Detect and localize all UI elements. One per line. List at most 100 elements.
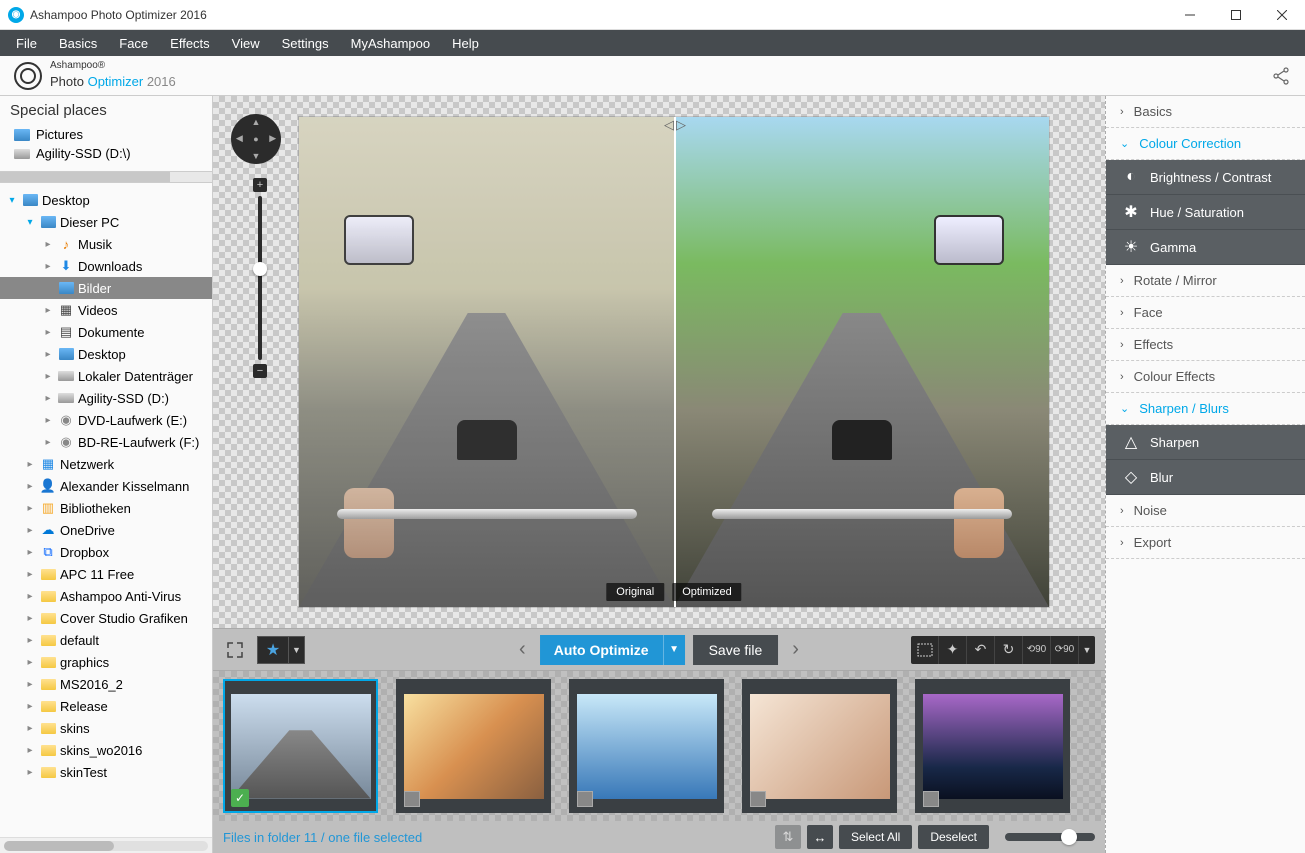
menu-face[interactable]: Face — [109, 32, 158, 55]
expand-arrow-icon[interactable]: ▸ — [24, 635, 36, 646]
undo-icon[interactable]: ↶ — [967, 636, 995, 664]
magic-tool-icon[interactable]: ✦ — [939, 636, 967, 664]
fullscreen-button[interactable] — [223, 638, 247, 662]
deselect-button[interactable]: Deselect — [918, 825, 989, 849]
compare-view[interactable]: ◁▷ Original Optimized — [299, 117, 1049, 607]
expand-arrow-icon[interactable]: ▸ — [24, 767, 36, 778]
expand-arrow-icon[interactable]: ▸ — [42, 239, 54, 250]
tree-row[interactable]: ▸skins — [0, 717, 212, 739]
special-place-item[interactable]: Agility-SSD (D:\) — [8, 144, 204, 163]
tree-row[interactable]: ▸Cover Studio Grafiken — [0, 607, 212, 629]
expand-arrow-icon[interactable]: ▸ — [24, 679, 36, 690]
tree-row[interactable]: ▸Desktop — [0, 343, 212, 365]
fit-button[interactable]: ↔ — [807, 825, 833, 849]
expand-arrow-icon[interactable]: ▸ — [42, 305, 54, 316]
select-tool-icon[interactable] — [911, 636, 939, 664]
tree-row[interactable]: ▸♪Musik — [0, 233, 212, 255]
auto-optimize-button[interactable]: Auto Optimize ▼ — [540, 635, 685, 665]
accordion-header-sharpen-blurs[interactable]: ⌄Sharpen / Blurs — [1106, 393, 1305, 425]
tree-row[interactable]: ▸skins_wo2016 — [0, 739, 212, 761]
minimize-button[interactable] — [1167, 0, 1213, 30]
close-button[interactable] — [1259, 0, 1305, 30]
expand-arrow-icon[interactable]: ▸ — [42, 415, 54, 426]
menu-basics[interactable]: Basics — [49, 32, 107, 55]
expand-arrow-icon[interactable]: ▸ — [24, 459, 36, 470]
menu-view[interactable]: View — [222, 32, 270, 55]
menu-myashampoo[interactable]: MyAshampoo — [341, 32, 440, 55]
tree-row[interactable]: ▸default — [0, 629, 212, 651]
next-image-button[interactable]: › — [786, 638, 805, 661]
zoom-handle[interactable] — [253, 262, 267, 276]
folder-tree[interactable]: ▾Desktop▾Dieser PC▸♪Musik▸⬇Downloads▸Bil… — [0, 183, 212, 837]
redo-icon[interactable]: ↻ — [995, 636, 1023, 664]
special-place-item[interactable]: Pictures — [8, 125, 204, 144]
tree-row[interactable]: ▸⬇Downloads — [0, 255, 212, 277]
accordion-item-brightness-contrast[interactable]: ◐Brightness / Contrast — [1106, 160, 1305, 195]
zoom-out-button[interactable]: − — [253, 364, 267, 378]
accordion-item-hue-saturation[interactable]: ✱Hue / Saturation — [1106, 195, 1305, 230]
tree-row[interactable]: ▸APC 11 Free — [0, 563, 212, 585]
thumbnail[interactable]: ✓ — [223, 679, 378, 813]
tree-row[interactable]: ▸Bilder — [0, 277, 212, 299]
expand-arrow-icon[interactable]: ▸ — [42, 371, 54, 382]
menu-help[interactable]: Help — [442, 32, 489, 55]
tree-row[interactable]: ▸👤Alexander Kisselmann — [0, 475, 212, 497]
tree-row[interactable]: ▸⧉Dropbox — [0, 541, 212, 563]
accordion-header-effects[interactable]: ›Effects — [1106, 329, 1305, 361]
star-icon[interactable]: ★ — [257, 636, 289, 664]
rating-dropdown-icon[interactable]: ▼ — [289, 636, 305, 664]
maximize-button[interactable] — [1213, 0, 1259, 30]
tree-row[interactable]: ▸▤Dokumente — [0, 321, 212, 343]
tree-row[interactable]: ▸Lokaler Datenträger — [0, 365, 212, 387]
rating-button[interactable]: ★ ▼ — [257, 636, 305, 664]
expand-arrow-icon[interactable]: ▸ — [24, 701, 36, 712]
expand-arrow-icon[interactable]: ▾ — [24, 217, 36, 228]
accordion-header-export[interactable]: ›Export — [1106, 527, 1305, 559]
expand-arrow-icon[interactable]: ▸ — [24, 657, 36, 668]
thumbnail[interactable] — [742, 679, 897, 813]
thumbnail-size-slider[interactable] — [1005, 833, 1095, 841]
expand-arrow-icon[interactable]: ▸ — [24, 569, 36, 580]
tree-row[interactable]: ▸▦Netzwerk — [0, 453, 212, 475]
tree-row[interactable]: ▸skinTest — [0, 761, 212, 783]
expand-arrow-icon[interactable]: ▸ — [24, 745, 36, 756]
compare-divider[interactable]: ◁▷ — [674, 117, 676, 607]
expand-arrow-icon[interactable]: ▸ — [42, 283, 54, 294]
tree-row[interactable]: ▸Ashampoo Anti-Virus — [0, 585, 212, 607]
tree-row[interactable]: ▸▦Videos — [0, 299, 212, 321]
thumbnail[interactable] — [915, 679, 1070, 813]
expand-arrow-icon[interactable]: ▸ — [24, 503, 36, 514]
tools-dropdown-icon[interactable]: ▼ — [1079, 636, 1095, 664]
share-icon[interactable] — [1271, 66, 1291, 86]
tree-row[interactable]: ▸Agility-SSD (D:) — [0, 387, 212, 409]
tree-row[interactable]: ▸▥Bibliotheken — [0, 497, 212, 519]
accordion-header-basics[interactable]: ›Basics — [1106, 96, 1305, 128]
expand-arrow-icon[interactable]: ▸ — [24, 723, 36, 734]
expand-arrow-icon[interactable]: ▸ — [42, 437, 54, 448]
special-places-scrollbar[interactable] — [0, 171, 212, 183]
accordion-item-gamma[interactable]: ☀Gamma — [1106, 230, 1305, 265]
accordion-header-colour-effects[interactable]: ›Colour Effects — [1106, 361, 1305, 393]
prev-image-button[interactable]: ‹ — [513, 638, 532, 661]
expand-arrow-icon[interactable]: ▸ — [24, 481, 36, 492]
pan-navigator[interactable]: ▲ ◀●▶ ▼ — [231, 114, 281, 164]
expand-arrow-icon[interactable]: ▸ — [42, 327, 54, 338]
accordion-item-blur[interactable]: ◇Blur — [1106, 460, 1305, 495]
accordion-item-sharpen[interactable]: △Sharpen — [1106, 425, 1305, 460]
thumbnail[interactable] — [569, 679, 724, 813]
tree-row[interactable]: ▸☁OneDrive — [0, 519, 212, 541]
tree-row[interactable]: ▸MS2016_2 — [0, 673, 212, 695]
select-all-button[interactable]: Select All — [839, 825, 912, 849]
rotate-left-icon[interactable]: ⟲90 — [1023, 636, 1051, 664]
filmstrip[interactable]: ✓ — [213, 671, 1105, 821]
accordion-header-face[interactable]: ›Face — [1106, 297, 1305, 329]
rotate-right-icon[interactable]: ⟳90 — [1051, 636, 1079, 664]
expand-arrow-icon[interactable]: ▾ — [6, 195, 18, 206]
tree-row[interactable]: ▸◉BD-RE-Laufwerk (F:) — [0, 431, 212, 453]
menu-settings[interactable]: Settings — [272, 32, 339, 55]
tree-horizontal-scrollbar[interactable] — [0, 837, 212, 853]
expand-arrow-icon[interactable]: ▸ — [42, 393, 54, 404]
sort-button[interactable]: ⇅ — [775, 825, 801, 849]
tree-row[interactable]: ▸◉DVD-Laufwerk (E:) — [0, 409, 212, 431]
expand-arrow-icon[interactable]: ▸ — [42, 261, 54, 272]
